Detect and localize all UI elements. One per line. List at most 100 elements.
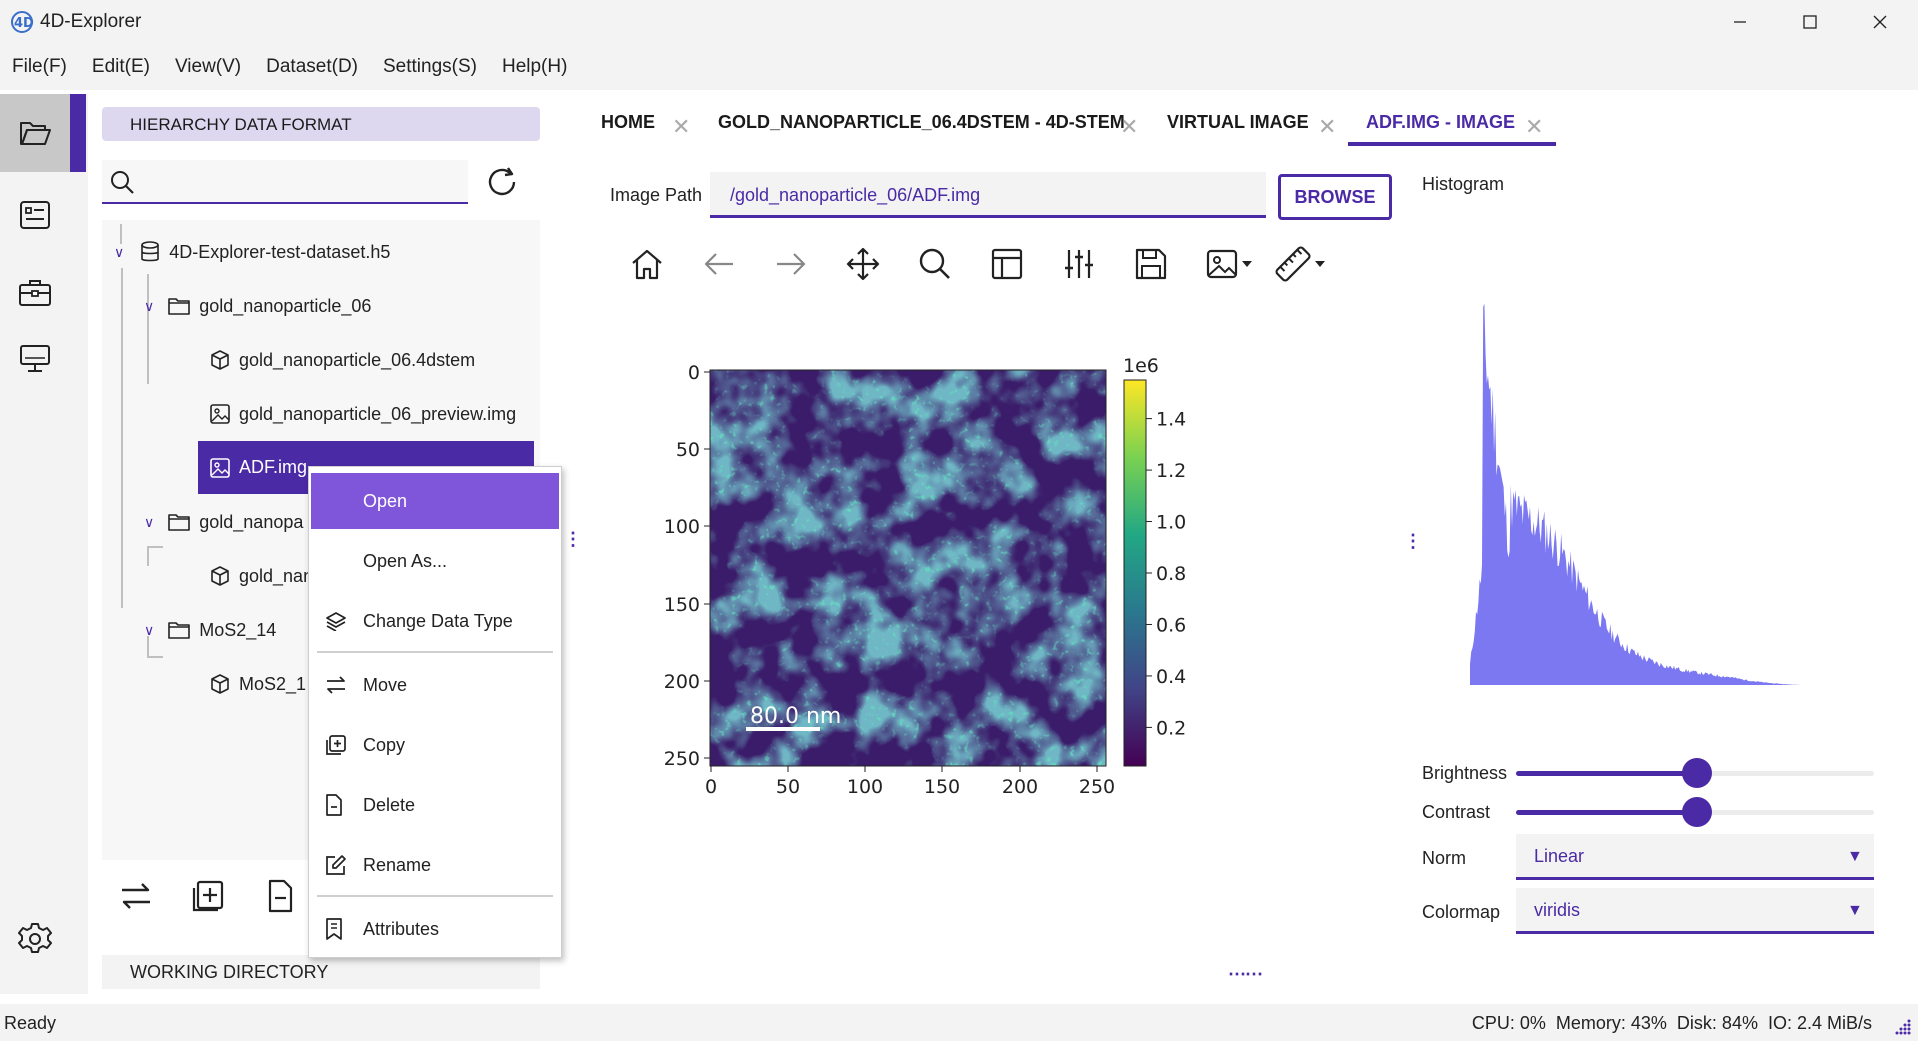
tree-label: gold_nanoparticle_06_preview.img [239, 403, 517, 424]
contrast-slider-handle[interactable] [1682, 797, 1712, 827]
brightness-slider-handle[interactable] [1682, 758, 1712, 788]
chevron-down-icon: ∨ [144, 513, 155, 530]
close-tab-icon[interactable]: ✕ [672, 114, 690, 140]
tree-item-group[interactable]: ∨ gold_nanoparticle_06 [144, 286, 371, 326]
active-tab-indicator [1348, 142, 1556, 146]
tree-label: gold_nan [239, 565, 314, 586]
menu-help[interactable]: Help(H) [502, 56, 567, 78]
forward-button[interactable] [768, 242, 814, 286]
tab-virtual-image[interactable]: VIRTUAL IMAGE [1167, 112, 1309, 133]
layers-icon [325, 611, 363, 631]
close-tab-icon[interactable]: ✕ [1525, 114, 1543, 140]
tree-search-input[interactable] [102, 160, 468, 204]
close-tab-icon[interactable]: ✕ [1120, 114, 1138, 140]
copy-icon [325, 734, 363, 756]
tree-line [147, 546, 163, 548]
activity-documents-button[interactable] [0, 176, 70, 254]
tree-line [147, 656, 163, 658]
refresh-button[interactable] [484, 164, 524, 204]
tree-item-dataset[interactable]: gold_nanoparticle_06.4dstem [210, 340, 475, 380]
ctx-attributes[interactable]: Attributes [311, 901, 559, 957]
title-bar: 4D 4D-Explorer [0, 0, 1918, 44]
tree-item-dataset[interactable]: MoS2_1 [210, 664, 306, 704]
save-button[interactable] [1128, 242, 1174, 286]
close-tab-icon[interactable]: ✕ [1318, 114, 1336, 140]
tree-item-group[interactable]: ∨ gold_nanopa [144, 502, 303, 542]
colorbar-tick-label: 1.4 [1156, 409, 1186, 431]
panel-splitter-handle[interactable]: ⋮ [1404, 532, 1422, 550]
tree-item-group[interactable]: ∨ MoS2_14 [144, 610, 276, 650]
ruler-menu-icon [1275, 246, 1325, 282]
tab-4dstem[interactable]: GOLD_NANOPARTICLE_06.4DSTEM - 4D-STEM [718, 112, 1125, 133]
zoom-button[interactable] [912, 242, 958, 286]
ruler-menu-button[interactable] [1274, 242, 1332, 286]
norm-select[interactable]: Linear [1516, 834, 1874, 880]
tree-item-dataset[interactable]: gold_nan [210, 556, 313, 596]
ctx-rename[interactable]: Rename [311, 837, 559, 893]
menu-view[interactable]: View(V) [175, 56, 241, 78]
image-path-input[interactable]: /gold_nanoparticle_06/ADF.img [710, 172, 1266, 218]
add-file-icon [192, 880, 224, 912]
subplots-button[interactable] [984, 242, 1030, 286]
tree-line [147, 546, 149, 566]
ctx-delete[interactable]: Delete [311, 777, 559, 833]
menu-file[interactable]: File(F) [12, 56, 67, 78]
move-button[interactable] [118, 878, 160, 920]
forward-arrow-icon [777, 253, 806, 275]
contrast-label: Contrast [1422, 802, 1491, 822]
ctx-open[interactable]: Open [311, 473, 559, 529]
colormap-label: Colormap [1422, 902, 1501, 922]
add-button[interactable] [190, 878, 232, 920]
menu-bar: File(F) Edit(E) View(V) Dataset(D) Setti… [0, 44, 1918, 90]
minimize-button[interactable] [1705, 0, 1775, 44]
menu-edit[interactable]: Edit(E) [92, 56, 150, 78]
hierarchy-header[interactable]: HIERARCHY DATA FORMAT [102, 107, 540, 141]
adjust-button[interactable] [1056, 242, 1102, 286]
brightness-label: Brightness [1422, 763, 1508, 783]
tree-label: gold_nanopa [199, 511, 304, 532]
refresh-icon [488, 167, 516, 196]
save-icon [1135, 248, 1167, 280]
bottom-splitter-handle[interactable]: ⋯⋯ [1228, 964, 1263, 985]
y-tick-label: 200 [664, 671, 700, 693]
tree-item-image[interactable]: gold_nanoparticle_06_preview.img [210, 394, 516, 434]
home-button[interactable] [624, 242, 670, 286]
menu-settings[interactable]: Settings(S) [383, 56, 477, 78]
panel-splitter-handle[interactable]: ⋮ [564, 530, 582, 548]
menu-dataset[interactable]: Dataset(D) [266, 56, 358, 78]
folder-open-icon [20, 122, 51, 145]
tab-home[interactable]: HOME [601, 112, 655, 133]
ctx-open-as[interactable]: Open As... [311, 533, 559, 589]
maximize-button[interactable] [1775, 0, 1845, 44]
activity-selected-indicator [70, 94, 86, 172]
browse-button[interactable]: BROWSE [1278, 174, 1392, 220]
zoom-icon [919, 248, 950, 279]
image-menu-button[interactable] [1204, 242, 1260, 286]
back-button[interactable] [696, 242, 742, 286]
tree-item-root[interactable]: ∨ 4D-Explorer-test-dataset.h5 [114, 232, 390, 272]
colorbar-tick-label: 0.8 [1156, 563, 1186, 585]
tree-label: MoS2_1 [239, 673, 307, 694]
edit-icon [325, 854, 363, 876]
tab-adf-image[interactable]: ADF.IMG - IMAGE [1366, 112, 1515, 133]
tree-label: gold_nanoparticle_06.4dstem [239, 349, 476, 370]
close-window-button[interactable] [1845, 0, 1915, 44]
colorbar-exponent: 1e6 [1123, 355, 1159, 377]
working-directory-header[interactable]: WORKING DIRECTORY [102, 955, 540, 989]
cube-icon [211, 566, 229, 586]
image-plot[interactable]: 80.0 nm 0 50 100 150 200 250 0 50 100 15… [620, 340, 1220, 920]
ctx-copy[interactable]: Copy [311, 717, 559, 773]
activity-monitor-button[interactable] [0, 320, 70, 398]
ctx-move[interactable]: Move [311, 657, 559, 713]
pan-button[interactable] [840, 242, 886, 286]
tree-line [121, 268, 123, 608]
status-bar: Ready CPU: 0% Memory: 43% Disk: 84% IO: … [0, 1004, 1918, 1041]
ctx-change-data-type[interactable]: Change Data Type [311, 593, 559, 649]
dropdown-arrow-icon: ▼ [1847, 848, 1863, 865]
colormap-select[interactable]: viridis [1516, 888, 1874, 934]
image-menu-icon [1206, 249, 1252, 279]
activity-files-button[interactable] [0, 94, 70, 172]
delete-button[interactable] [262, 878, 304, 920]
settings-button[interactable] [0, 900, 70, 978]
resize-grip-icon[interactable] [1892, 1016, 1912, 1036]
